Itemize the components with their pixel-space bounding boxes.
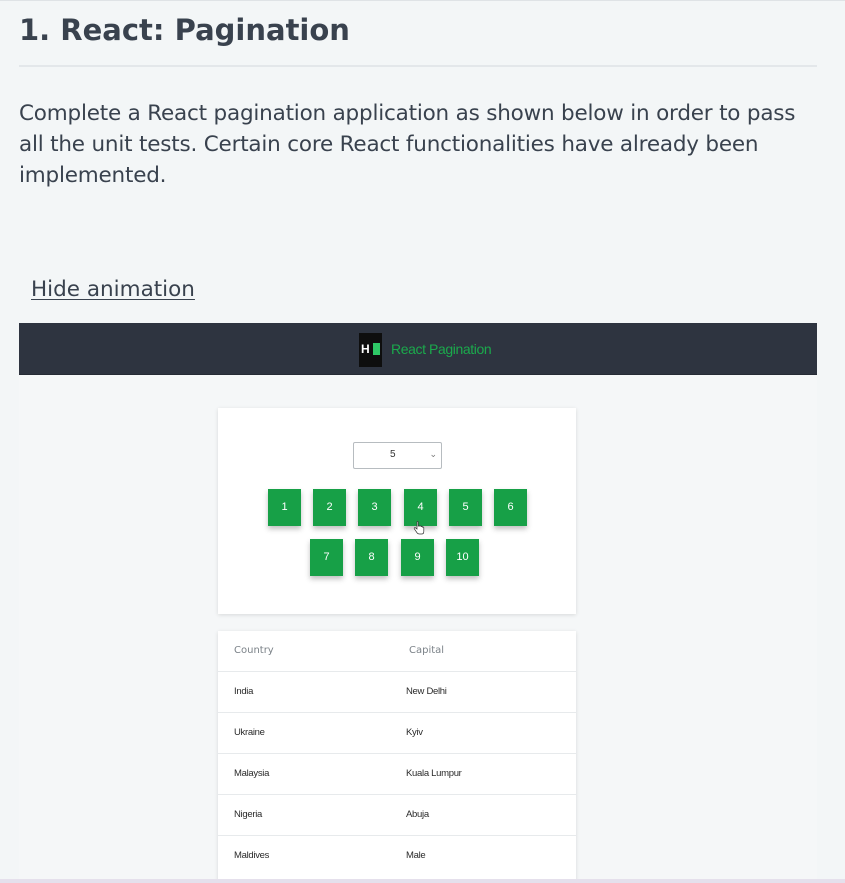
country-column-header: Country [234, 645, 274, 656]
table-row: India New Delhi [218, 672, 576, 713]
pagination-card: 5 ⌄ 1 2 3 4 5 6 7 8 9 10 [218, 408, 576, 614]
top-divider [0, 0, 845, 1]
countries-table: Country Capital India New Delhi Ukraine … [218, 631, 576, 883]
page-button-1[interactable]: 1 [268, 489, 301, 526]
country-cell: India [234, 686, 254, 697]
capital-cell: Kyiv [406, 727, 423, 738]
table-row: Ukraine Kyiv [218, 713, 576, 754]
chevron-down-icon: ⌄ [429, 450, 437, 460]
table-row: Malaysia Kuala Lumpur [218, 754, 576, 795]
capital-cell: Male [406, 850, 426, 861]
hackerrank-logo-icon: H [359, 333, 382, 367]
page-button-7[interactable]: 7 [310, 539, 343, 576]
country-cell: Ukraine [234, 727, 265, 738]
capital-cell: Kuala Lumpur [406, 768, 462, 779]
page-button-5[interactable]: 5 [449, 489, 482, 526]
table-row: Nigeria Abuja [218, 795, 576, 836]
country-cell: Maldives [234, 850, 270, 861]
country-cell: Malaysia [234, 768, 270, 779]
country-cell: Nigeria [234, 809, 262, 820]
problem-description: Complete a React pagination application … [19, 101, 796, 188]
page-button-2[interactable]: 2 [313, 489, 346, 526]
logo-letter: H [361, 342, 370, 356]
page-button-10[interactable]: 10 [446, 539, 479, 576]
hand-cursor-icon [413, 521, 425, 535]
table-row: Maldives Male [218, 836, 576, 876]
capital-column-header: Capital [409, 645, 445, 656]
problem-title: 1. React: Pagination [19, 13, 350, 47]
title-divider [19, 65, 817, 67]
hide-animation-link[interactable]: Hide animation [31, 275, 195, 305]
bottom-edge [0, 879, 845, 883]
page-button-8[interactable]: 8 [355, 539, 388, 576]
logo-block [373, 343, 380, 355]
page-button-3[interactable]: 3 [358, 489, 391, 526]
capital-cell: Abuja [406, 809, 429, 820]
demo-animation: H React Pagination 5 ⌄ 1 2 3 4 5 6 7 8 9… [19, 323, 817, 883]
page-button-9[interactable]: 9 [401, 539, 434, 576]
app-title: React Pagination [391, 341, 492, 357]
page-size-select[interactable]: 5 ⌄ [353, 442, 442, 469]
app-header: H React Pagination [19, 323, 817, 375]
table-header-row: Country Capital [218, 631, 576, 672]
page-size-value: 5 [390, 449, 396, 460]
capital-cell: New Delhi [406, 686, 447, 697]
page-button-6[interactable]: 6 [494, 489, 527, 526]
